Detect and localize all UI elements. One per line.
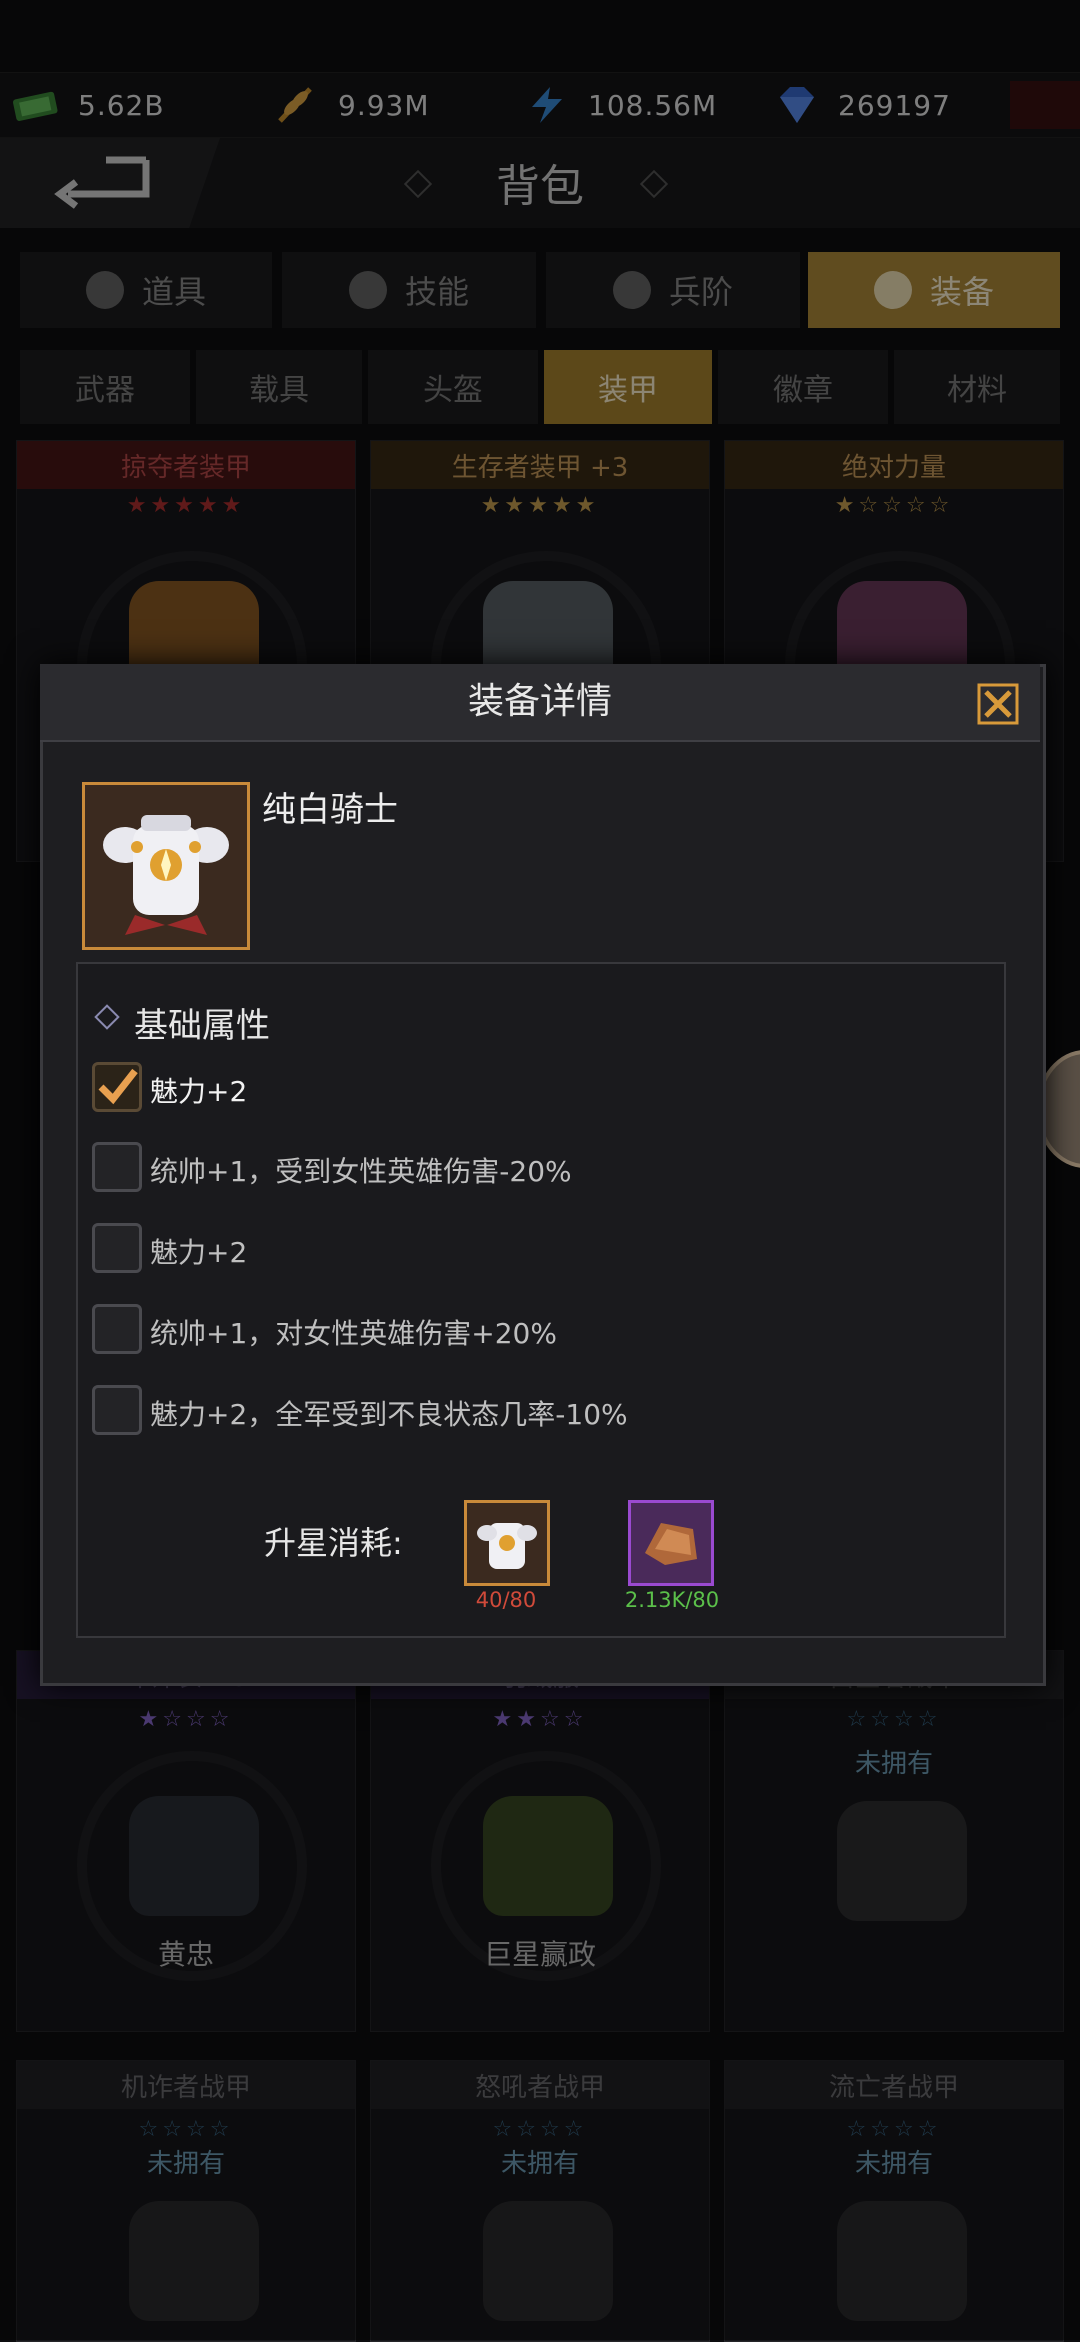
modal-title: 装备详情 <box>467 681 612 722</box>
item-image-frame <box>82 782 250 950</box>
attribute-text: 魅力+2 <box>150 1236 248 1269</box>
cost-item-armor[interactable] <box>464 1500 550 1586</box>
attribute-checkbox[interactable] <box>92 1223 142 1273</box>
attribute-checkbox[interactable] <box>92 1385 142 1435</box>
cost-item-material[interactable] <box>628 1500 714 1586</box>
checkmark-icon <box>98 1068 138 1105</box>
item-name: 纯白骑士 <box>262 790 398 830</box>
leather-material-icon <box>645 1523 697 1565</box>
cost-amount: 2.13K/80 <box>624 1588 720 1612</box>
attribute-checkbox[interactable] <box>92 1142 142 1192</box>
cost-amount: 40/80 <box>475 1588 537 1612</box>
attribute-checkbox[interactable] <box>92 1062 142 1112</box>
attribute-text: 统帅+1，受到女性英雄伤害-20% <box>150 1155 572 1188</box>
white-knight-armor-icon <box>103 815 229 935</box>
attribute-text: 统帅+1，对女性英雄伤害+20% <box>150 1317 557 1350</box>
white-knight-armor-icon <box>477 1523 537 1569</box>
close-icon[interactable] <box>976 682 1020 726</box>
upgrade-cost-label: 升星消耗: <box>264 1524 403 1562</box>
attribute-text: 魅力+2，全军受到不良状态几率-10% <box>150 1398 628 1431</box>
attributes-title: 基础属性 <box>134 1006 270 1046</box>
attribute-checkbox[interactable] <box>92 1304 142 1354</box>
attribute-text: 魅力+2 <box>150 1075 248 1108</box>
